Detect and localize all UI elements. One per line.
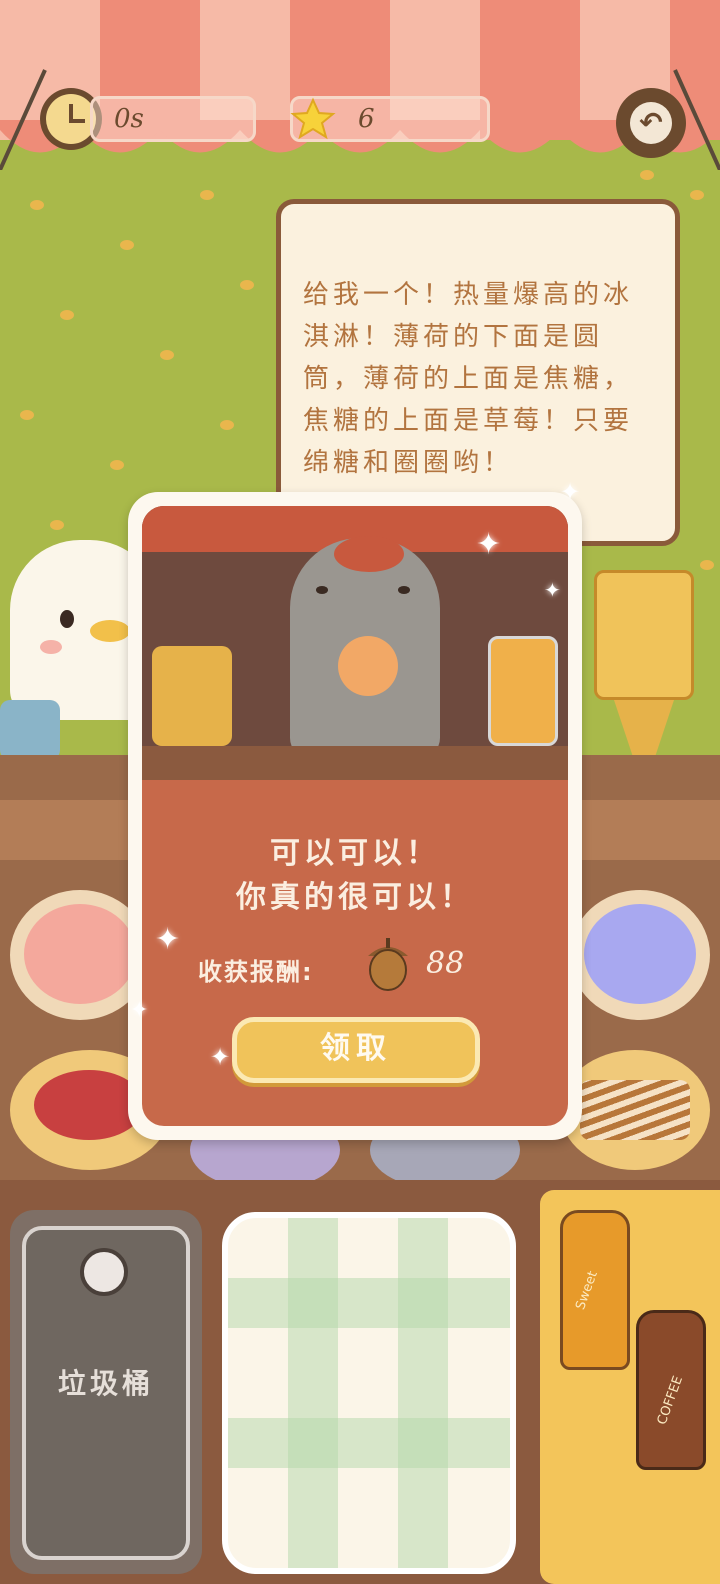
napkin-workspace[interactable] [222,1212,516,1574]
coffee-sauce-bottle[interactable]: COFFEE [636,1310,706,1470]
sparkle-icon: ✦ [560,478,581,506]
sparkle-icon: ✦ [155,922,181,957]
sparkle-icon: ✦ [476,527,502,562]
claim-button[interactable]: 领取 [232,1017,480,1083]
shop-awning [0,0,720,170]
pocky-topping-plate[interactable] [560,1050,710,1170]
timer-value: 0s [114,104,144,134]
coffee-bottle-label: COFFEE [654,1374,687,1427]
star-icon [290,96,336,142]
result-title-line1: 可以可以！ [270,836,440,871]
trash-bin-hole [80,1248,128,1296]
reward-amount: 88 [426,946,465,981]
sparkle-icon: ✦ [210,1043,231,1071]
reward-label: 收获报酬: [198,958,314,986]
sweet-bottle-label: Sweet [573,1269,601,1312]
result-title-line2: 你真的很可以！ [236,880,474,915]
restart-button[interactable]: ↶ [616,88,686,158]
blueberry-topping-plate[interactable] [570,890,710,1020]
sweet-sauce-bottle[interactable]: Sweet [560,1210,630,1370]
sparkle-icon: ✦ [130,998,149,1023]
order-text: 给我一个！热量爆高的冰淇淋！薄荷的下面是圆筒，薄荷的上面是焦糖，焦糖的上面是草莓… [303,280,634,478]
restart-icon: ↶ [630,102,672,144]
cat-chef-illustration [142,506,568,780]
sparkle-icon: ✦ [544,578,561,602]
trash-label: 垃圾桶 [57,1367,154,1400]
acorn-icon [360,934,416,992]
star-count: 6 [358,104,375,134]
